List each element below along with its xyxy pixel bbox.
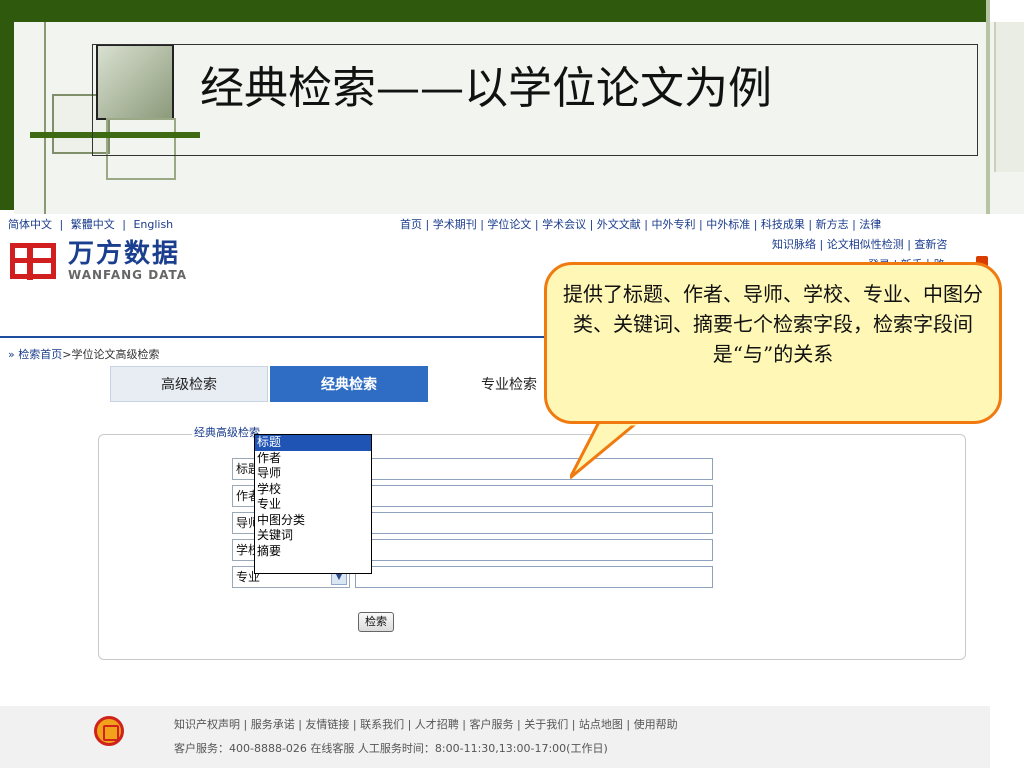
- breadcrumb-home-link[interactable]: 检索首页: [18, 348, 62, 361]
- search-term-input[interactable]: [355, 485, 713, 507]
- field-dropdown-list[interactable]: 标题 作者 导师 学校 专业 中图分类 关键词 摘要: [254, 434, 372, 574]
- language-bar: 简体中文 | 繁體中文 | English: [8, 216, 177, 232]
- lang-simplified-link[interactable]: 简体中文: [8, 218, 52, 231]
- slide-frame-left: [0, 0, 14, 210]
- dropdown-option[interactable]: 学校: [255, 482, 371, 498]
- footer-links[interactable]: 知识产权声明 | 服务承诺 | 友情链接 | 联系我们 | 人才招聘 | 客户服…: [174, 716, 678, 732]
- top-navigation[interactable]: 首页 | 学术期刊 | 学位论文 | 学术会议 | 外文文献 | 中外专利 | …: [400, 216, 881, 232]
- breadcrumb-current: >学位论文高级检索: [62, 348, 160, 361]
- callout-pointer: [570, 420, 643, 480]
- logo-text: 万方数据 WANFANG DATA: [68, 240, 187, 282]
- dropdown-option[interactable]: 摘要: [255, 544, 371, 560]
- search-button[interactable]: 检索: [358, 612, 394, 632]
- sub-navigation[interactable]: 知识脉络 | 论文相似性检测 | 查新咨: [772, 236, 947, 252]
- logo-chinese: 万方数据: [68, 239, 181, 269]
- search-term-input[interactable]: [355, 539, 713, 561]
- dropdown-option[interactable]: 导师: [255, 466, 371, 482]
- lang-english-link[interactable]: English: [133, 218, 173, 231]
- lang-separator: |: [59, 218, 64, 231]
- site-logo[interactable]: 万方数据 WANFANG DATA: [10, 240, 187, 282]
- lang-traditional-link[interactable]: 繁體中文: [71, 218, 115, 231]
- decor-vertical-line: [44, 22, 46, 214]
- slide-title: 经典检索——以学位论文为例: [200, 63, 772, 114]
- slide-frame-right-bar: [994, 22, 1024, 172]
- dropdown-option[interactable]: 关键词: [255, 528, 371, 544]
- lang-separator: |: [122, 218, 126, 231]
- dropdown-option[interactable]: 中图分类: [255, 513, 371, 529]
- panel-legend: 经典高级检索: [192, 424, 262, 440]
- footer-service-info: 客户服务：400-8888-026 在线客服 人工服务时间：8:00-11:30…: [174, 742, 608, 755]
- search-term-input[interactable]: [355, 566, 713, 588]
- callout-text: 提供了标题、作者、导师、学校、专业、中图分类、关键词、摘要七个检索字段，检索字段…: [563, 282, 983, 366]
- tab-classic-search[interactable]: 经典检索: [270, 366, 428, 402]
- tab-advanced-search[interactable]: 高级检索: [110, 366, 268, 402]
- logo-english: WANFANG DATA: [68, 268, 188, 282]
- dropdown-option[interactable]: 标题: [255, 435, 371, 451]
- slide-frame-top: [0, 0, 1024, 22]
- search-tabs: 高级检索 经典检索 专业检索: [110, 366, 590, 402]
- callout-bubble: 提供了标题、作者、导师、学校、专业、中图分类、关键词、摘要七个检索字段，检索字段…: [544, 262, 1002, 424]
- search-term-input[interactable]: [355, 512, 713, 534]
- site-footer: 知识产权声明 | 服务承诺 | 友情链接 | 联系我们 | 人才招聘 | 客户服…: [0, 706, 990, 768]
- breadcrumb-arrow-icon: »: [8, 348, 15, 361]
- header-divider: [0, 336, 560, 338]
- breadcrumb: » 检索首页>学位论文高级检索: [8, 346, 159, 362]
- footer-badge-icon: [94, 716, 124, 746]
- dropdown-option[interactable]: 专业: [255, 497, 371, 513]
- dropdown-option[interactable]: 作者: [255, 451, 371, 467]
- slide-frame-corner: [990, 0, 1024, 22]
- wanfang-logo-icon: [10, 243, 56, 280]
